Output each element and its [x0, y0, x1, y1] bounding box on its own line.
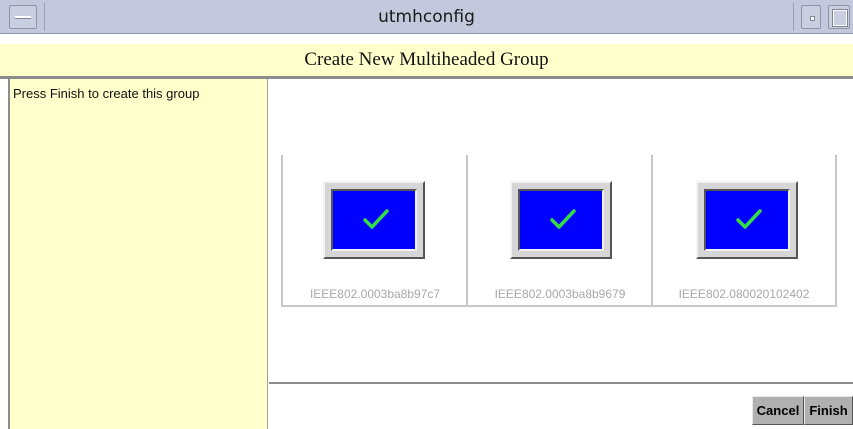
window-title: utmhconfig	[378, 7, 475, 27]
minimize-button[interactable]	[801, 5, 821, 29]
cancel-button[interactable]: Cancel	[752, 396, 804, 425]
device-group-area: IEEE802.0003ba8b97c7 IEEE802.0003ba8b967…	[269, 79, 853, 384]
device-label: IEEE802.0003ba8b97c7	[309, 287, 441, 301]
device-label: IEEE802.080020102402	[678, 287, 810, 301]
monitor-screen	[704, 189, 790, 251]
utmhconfig-window: utmhconfig Create New Multiheaded Group …	[0, 0, 853, 429]
minimize-icon	[810, 16, 815, 21]
monitor-frame	[323, 181, 425, 259]
monitor-frame	[696, 181, 798, 259]
device-label: IEEE802.0003ba8b9679	[494, 287, 626, 301]
monitor-screen	[331, 189, 417, 251]
monitor-frame	[510, 181, 612, 259]
maximize-button[interactable]	[828, 5, 850, 29]
info-panel: Press Finish to create this group	[10, 79, 268, 429]
maximize-icon	[832, 9, 848, 27]
device-card[interactable]: IEEE802.0003ba8b9679	[466, 155, 652, 307]
device-card[interactable]: IEEE802.0003ba8b97c7	[281, 155, 467, 307]
finish-button[interactable]: Finish	[804, 396, 853, 425]
monitor-screen	[518, 189, 604, 251]
check-icon	[363, 209, 389, 229]
page-title: Create New Multiheaded Group	[0, 44, 853, 76]
title-bar[interactable]: utmhconfig	[0, 0, 853, 34]
check-icon	[736, 209, 762, 229]
device-card[interactable]: IEEE802.080020102402	[651, 155, 837, 307]
title-bar-divider	[793, 3, 794, 31]
check-icon	[550, 209, 576, 229]
info-text: Press Finish to create this group	[13, 86, 200, 101]
